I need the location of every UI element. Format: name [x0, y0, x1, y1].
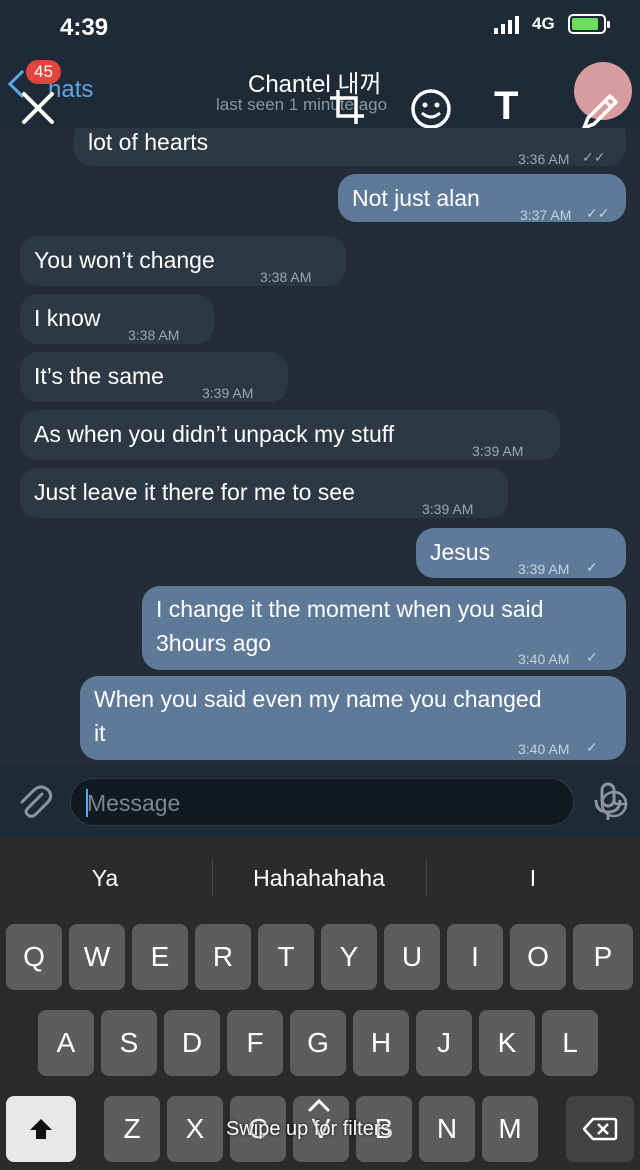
- key-i[interactable]: I: [447, 924, 503, 990]
- key-n[interactable]: N: [419, 1096, 475, 1162]
- suggestion-3[interactable]: I: [428, 838, 638, 918]
- message-time: 3:39 AM: [202, 385, 254, 401]
- message-time: 3:38 AM: [128, 327, 180, 343]
- signal-icon: [494, 16, 519, 34]
- message-text: As when you didn’t unpack my stuff: [34, 421, 395, 447]
- read-checkmarks-icon: ✓✓: [586, 205, 610, 221]
- sent-checkmark-icon: ✓: [586, 559, 598, 575]
- status-time: 4:39: [60, 14, 109, 41]
- message-bubble-incoming[interactable]: I know 3:38 AM: [20, 294, 214, 344]
- chat-header: hats 45 Chantel 내꺼 last seen 1 minute ag…: [0, 50, 640, 130]
- suggestion-2[interactable]: Hahahahaha: [214, 838, 424, 918]
- unread-badge: 45: [26, 60, 61, 84]
- key-z[interactable]: Z: [104, 1096, 160, 1162]
- message-input[interactable]: [87, 789, 487, 817]
- message-bubble-outgoing[interactable]: I change it the moment when you said 3ho…: [142, 586, 626, 670]
- message-time: 3:39 AM: [422, 501, 474, 517]
- battery-icon: [568, 14, 610, 34]
- message-time: 3:40 AM: [518, 741, 570, 757]
- message-text: You won’t change: [34, 247, 215, 273]
- message-bubble-incoming[interactable]: lot of hearts 3:36 AM ✓✓: [74, 128, 626, 167]
- message-time: 3:36 AM: [518, 151, 570, 167]
- message-text: Jesus: [430, 539, 491, 565]
- key-h[interactable]: H: [353, 1010, 409, 1076]
- message-time: 3:37 AM: [520, 207, 572, 223]
- keyboard: Ya Hahahahaha I Q W E R T Y U I O P A S …: [0, 838, 640, 1170]
- attach-paperclip-icon[interactable]: [14, 782, 54, 822]
- message-bubble-outgoing[interactable]: When you said even my name you changed i…: [80, 676, 626, 760]
- crop-rotate-icon[interactable]: [326, 86, 368, 128]
- key-o[interactable]: O: [510, 924, 566, 990]
- text-tool-icon[interactable]: T: [494, 84, 518, 129]
- status-bar: 4:39 4G: [0, 0, 640, 50]
- message-text-line: When you said even my name you changed: [94, 686, 542, 712]
- message-bubble-incoming[interactable]: You won’t change 3:38 AM: [20, 236, 346, 286]
- message-time: 3:39 AM: [518, 561, 570, 577]
- key-g[interactable]: G: [290, 1010, 346, 1076]
- key-a[interactable]: A: [38, 1010, 94, 1076]
- key-j[interactable]: J: [416, 1010, 472, 1076]
- message-bubble-incoming[interactable]: As when you didn’t unpack my stuff 3:39 …: [20, 410, 560, 460]
- shift-key[interactable]: [6, 1096, 76, 1162]
- composer-bar: [0, 766, 640, 838]
- key-r[interactable]: R: [195, 924, 251, 990]
- key-w[interactable]: W: [69, 924, 125, 990]
- sent-checkmark-icon: ✓: [586, 649, 598, 665]
- microphone-icon[interactable]: [588, 780, 628, 824]
- message-bubble-incoming[interactable]: It’s the same 3:39 AM: [20, 352, 288, 402]
- key-d[interactable]: D: [164, 1010, 220, 1076]
- key-s[interactable]: S: [101, 1010, 157, 1076]
- key-t[interactable]: T: [258, 924, 314, 990]
- key-y[interactable]: Y: [321, 924, 377, 990]
- message-text: It’s the same: [34, 363, 164, 389]
- message-text: I know: [34, 305, 101, 331]
- chevron-up-icon: [308, 1098, 330, 1112]
- key-m[interactable]: M: [482, 1096, 538, 1162]
- shift-arrow-icon: [30, 1119, 52, 1139]
- message-text: lot of hearts: [88, 129, 209, 155]
- backspace-icon: [582, 1117, 618, 1141]
- message-bubble-outgoing[interactable]: Jesus 3:39 AM ✓: [416, 528, 626, 578]
- message-bubble-outgoing[interactable]: Not just alan 3:37 AM ✓✓: [338, 174, 626, 223]
- message-text-line: I change it the moment when you said: [156, 596, 544, 622]
- message-text: Not just alan: [352, 185, 480, 211]
- key-x[interactable]: X: [167, 1096, 223, 1162]
- emoji-sticker-icon[interactable]: [410, 88, 452, 130]
- message-bubble-incoming[interactable]: Just leave it there for me to see 3:39 A…: [20, 468, 508, 518]
- sent-checkmark-icon: ✓: [586, 739, 598, 755]
- key-k[interactable]: K: [479, 1010, 535, 1076]
- suggestion-divider: [426, 860, 427, 896]
- suggestion-divider: [212, 860, 213, 896]
- key-p[interactable]: P: [573, 924, 633, 990]
- delete-key[interactable]: [566, 1096, 634, 1162]
- message-time: 3:39 AM: [472, 443, 524, 459]
- close-icon[interactable]: [18, 88, 58, 128]
- key-l[interactable]: L: [542, 1010, 598, 1076]
- key-f[interactable]: F: [227, 1010, 283, 1076]
- key-q[interactable]: Q: [6, 924, 62, 990]
- swipe-filters-hint: Swipe up for filters: [226, 1118, 391, 1140]
- message-text: Just leave it there for me to see: [34, 479, 355, 505]
- message-text-line: it: [94, 720, 106, 746]
- network-type: 4G: [532, 14, 555, 33]
- message-input-field[interactable]: [70, 778, 628, 826]
- message-time: 3:38 AM: [260, 269, 312, 285]
- message-time: 3:40 AM: [518, 651, 570, 667]
- message-text-line: 3hours ago: [156, 630, 272, 656]
- key-e[interactable]: E: [132, 924, 188, 990]
- suggestion-1[interactable]: Ya: [0, 838, 210, 918]
- message-list[interactable]: lot of hearts 3:36 AM ✓✓ Not just alan 3…: [0, 128, 640, 766]
- key-u[interactable]: U: [384, 924, 440, 990]
- read-checkmarks-icon: ✓✓: [582, 149, 606, 165]
